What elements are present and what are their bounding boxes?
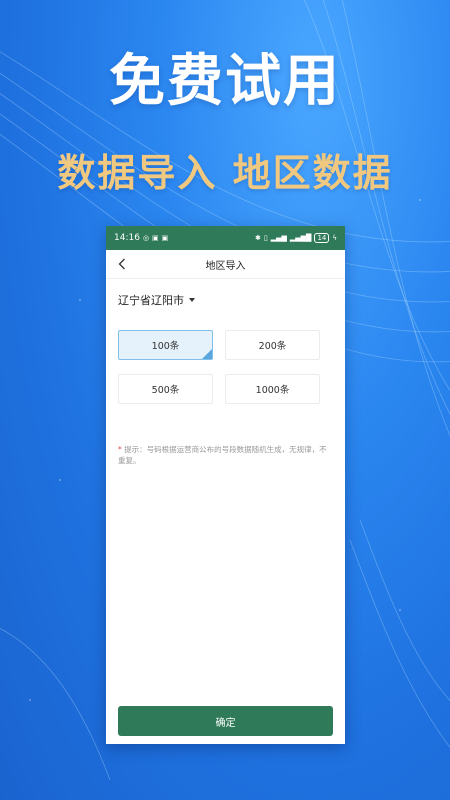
status-time: 14:16	[114, 233, 140, 243]
notification-icon: ◎	[142, 233, 150, 242]
signal-icon: ▂▄▆	[270, 233, 287, 242]
app-icon: ▣	[152, 233, 159, 242]
region-value: 辽宁省辽阳市	[118, 294, 184, 307]
back-button[interactable]	[114, 255, 130, 273]
promo-headline: 免费试用	[109, 49, 341, 114]
phone-screenshot: 14:16 ◎ ▣ ▣ ✱ ▯ ▂▄▆ ▂▄▆█ 14 ϟ 地区导入 辽宁省辽阳…	[106, 226, 345, 744]
option-100[interactable]: 100条	[118, 330, 213, 360]
confirm-button[interactable]: 确定	[118, 706, 333, 736]
app-icon-2: ▣	[161, 233, 169, 242]
region-dropdown[interactable]: 辽宁省辽阳市	[118, 292, 195, 308]
page-title: 地区导入	[205, 260, 246, 272]
vibrate-icon: ▯	[263, 233, 268, 242]
caret-down-icon	[189, 298, 195, 302]
selected-check-icon	[202, 349, 212, 359]
option-label: 1000条	[255, 385, 290, 396]
option-500[interactable]: 500条	[118, 374, 213, 404]
chevron-left-icon	[118, 258, 125, 270]
battery-indicator: 14	[314, 233, 330, 243]
status-bar: 14:16 ◎ ▣ ▣ ✱ ▯ ▂▄▆ ▂▄▆█ 14 ϟ	[106, 226, 345, 250]
option-1000[interactable]: 1000条	[225, 374, 320, 404]
bluetooth-icon: ✱	[255, 233, 261, 242]
option-200[interactable]: 200条	[225, 330, 320, 360]
nav-bar: 地区导入	[106, 250, 345, 279]
tip-message: 提示：号码根据运营商公布的号段数据随机生成，无规律，不重复。	[118, 445, 327, 465]
signal-icon-2: ▂▄▆█	[289, 233, 312, 242]
promo-subheadline: 数据导入 地区数据	[57, 151, 393, 195]
option-label: 200条	[258, 341, 287, 352]
tip-text: * 提示：号码根据运营商公布的号段数据随机生成，无规律，不重复。	[118, 444, 332, 466]
option-label: 100条	[151, 341, 180, 352]
option-label: 500条	[151, 385, 180, 396]
charging-icon: ϟ	[332, 233, 337, 242]
